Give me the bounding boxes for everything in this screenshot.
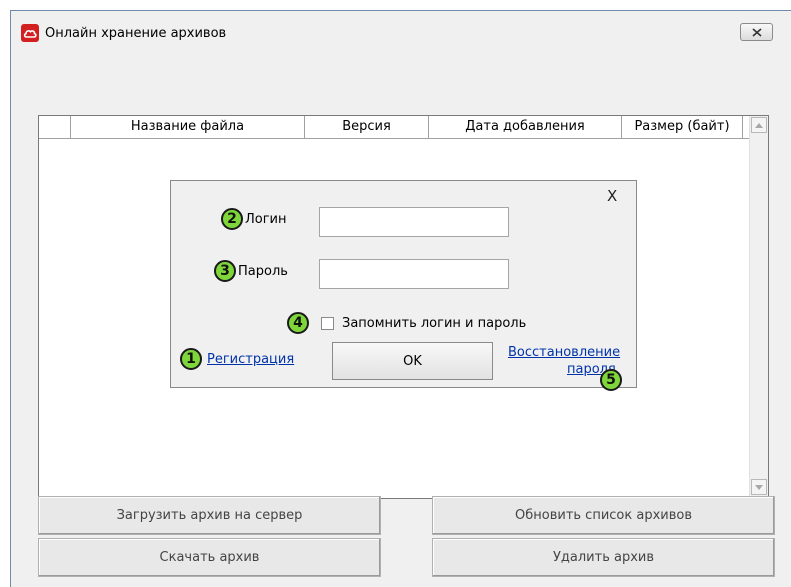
column-header-select[interactable]: [39, 116, 71, 138]
refresh-list-button[interactable]: Обновить список архивов: [432, 496, 775, 535]
vertical-scrollbar[interactable]: [749, 116, 768, 498]
badge-3: 3: [214, 260, 236, 282]
badge-5: 5: [600, 369, 622, 391]
badge-2: 2: [221, 208, 243, 230]
remember-label[interactable]: Запомнить логин и пароль: [342, 316, 526, 331]
arrow-down-icon: [755, 484, 763, 490]
list-header: Название файла Версия Дата добавления Ра…: [39, 116, 751, 139]
dialog-close-button[interactable]: X: [607, 187, 617, 205]
cloud-icon: [21, 24, 39, 42]
login-input[interactable]: [319, 207, 509, 237]
register-link[interactable]: Регистрация: [207, 352, 294, 367]
password-input[interactable]: [319, 259, 509, 289]
close-icon: [751, 27, 762, 37]
ok-button[interactable]: OK: [332, 342, 493, 380]
login-label: Логин: [245, 212, 287, 227]
column-header-size[interactable]: Размер (байт): [622, 116, 743, 138]
badge-1: 1: [180, 348, 202, 370]
badge-4: 4: [287, 312, 309, 334]
column-header-date[interactable]: Дата добавления: [429, 116, 622, 138]
column-header-filename[interactable]: Название файла: [71, 116, 305, 138]
window-close-button[interactable]: [740, 23, 773, 41]
scroll-down-button[interactable]: [751, 479, 767, 495]
arrow-up-icon: [755, 122, 763, 128]
scroll-up-button[interactable]: [751, 117, 767, 133]
title-bar: Онлайн хранение архивов: [11, 11, 791, 51]
login-dialog: X 2 Логин 3 Пароль 4 Запомнить логин и п…: [170, 180, 637, 391]
upload-archive-button[interactable]: Загрузить архив на сервер: [38, 496, 381, 535]
column-header-version[interactable]: Версия: [305, 116, 429, 138]
window-title: Онлайн хранение архивов: [45, 26, 227, 41]
delete-archive-button[interactable]: Удалить архив: [432, 538, 775, 577]
recover-password-link[interactable]: Восстановление: [508, 345, 620, 360]
remember-checkbox[interactable]: [321, 317, 334, 330]
download-archive-button[interactable]: Скачать архив: [38, 538, 381, 577]
password-label: Пароль: [238, 264, 288, 279]
